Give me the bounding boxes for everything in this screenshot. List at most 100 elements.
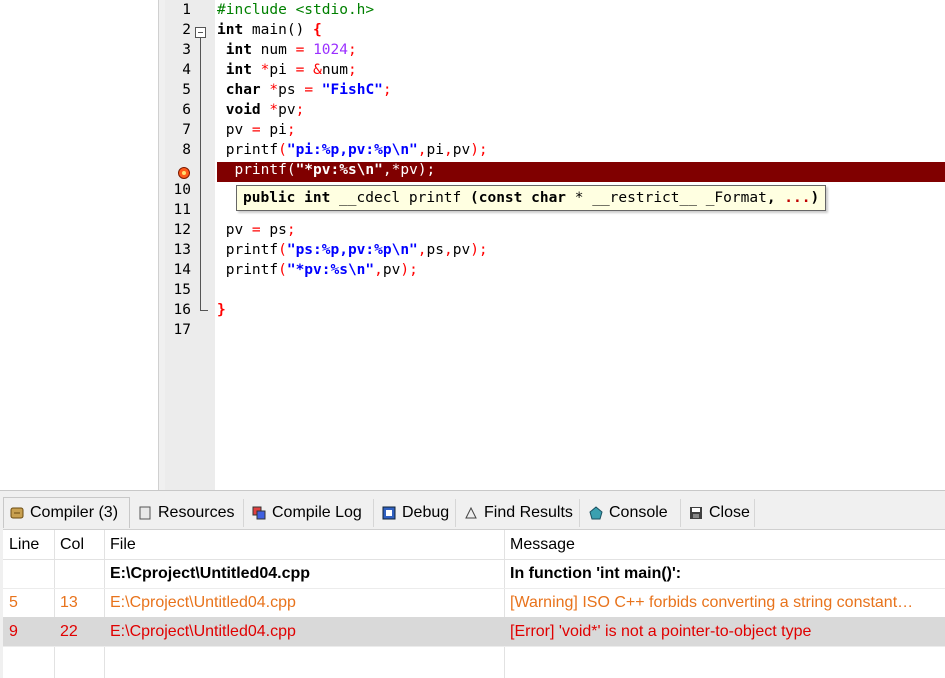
code-token: main() (243, 22, 314, 38)
code-line[interactable]: 17 (0, 320, 945, 340)
code-line[interactable]: 5 char *ps = "FishC"; (0, 80, 945, 100)
code-text: pv = ps; (217, 222, 296, 238)
code-token: pi (426, 142, 444, 158)
code-line[interactable]: 1 #include <stdio.h> (0, 0, 945, 20)
tab-label: Compiler (3) (30, 504, 119, 521)
code-token: ( (286, 162, 296, 178)
code-token: , (417, 142, 427, 158)
tab-label: Find Results (484, 504, 573, 521)
line-number: 4 (182, 62, 191, 78)
tab-label: Resources (158, 504, 235, 521)
cell-file: E:\Cproject\Untitled04.cpp (110, 623, 296, 640)
code-token: * (269, 102, 279, 118)
code-line[interactable]: 12 pv = ps; (0, 220, 945, 240)
code-token: printf (217, 242, 279, 258)
compile-log-icon (252, 506, 266, 520)
code-token: pi (269, 62, 296, 78)
tab-find-results[interactable]: Find Results (458, 499, 580, 527)
code-token: ; (347, 42, 357, 58)
code-token: ; (286, 222, 296, 238)
code-line[interactable]: printf("*pv:%s\n",*pv); (0, 160, 945, 180)
tab-console[interactable]: Console (583, 499, 681, 527)
code-line[interactable]: 14 printf("*pv:%s\n",pv); (0, 260, 945, 280)
compiler-messages-table[interactable]: Line Col File Message E:\Cproject\Untitled04… (3, 529, 945, 678)
code-text: } (217, 302, 226, 318)
tab-debug[interactable]: Debug (376, 499, 456, 527)
code-token: num (251, 42, 296, 58)
code-token: ps (278, 82, 305, 98)
column-header-message[interactable]: Message (504, 530, 945, 559)
column-header-col[interactable]: Col (54, 530, 104, 559)
code-text: int *pi = &num; (217, 62, 357, 78)
code-line[interactable]: 2 int main() { (0, 20, 945, 40)
code-token: num (321, 62, 349, 78)
code-token: "ps:%p,pv:%p\n" (286, 242, 418, 258)
code-token: ); (470, 242, 488, 258)
column-header-file[interactable]: File (104, 530, 504, 559)
code-token: , (382, 162, 392, 178)
tooltip-token: ) (810, 190, 820, 206)
code-line[interactable]: 4 int *pi = &num; (0, 60, 945, 80)
code-line[interactable]: 8 printf("pi:%p,pv:%p\n",pi,pv); (0, 140, 945, 160)
code-token: "pi:%p,pv:%p\n" (286, 142, 418, 158)
line-number: 1 (182, 2, 191, 18)
tab-label: Compile Log (272, 504, 362, 521)
code-text: printf("ps:%p,pv:%p\n",ps,pv); (217, 242, 488, 258)
find-results-icon (464, 506, 478, 520)
tooltip-token: __cdecl printf (330, 190, 470, 206)
column-header-line[interactable]: Line (3, 530, 54, 559)
table-row-empty (3, 646, 945, 675)
code-line[interactable]: 13 printf("ps:%p,pv:%p\n",ps,pv); (0, 240, 945, 260)
tab-close[interactable]: Close (683, 499, 755, 527)
code-token: char (225, 82, 261, 98)
tab-compiler[interactable]: Compiler (3) (3, 497, 130, 528)
bottom-panel: Compiler (3) Resources Compile Log Debug Fin… (0, 490, 945, 678)
code-token: ; (286, 122, 296, 138)
code-token: ( (278, 242, 287, 258)
tab-label: Debug (402, 504, 450, 521)
tooltip-token: * __restrict__ _Format (566, 190, 767, 206)
code-text: printf("*pv:%s\n",*pv); (217, 162, 435, 178)
cell-message: [Warning] ISO C++ forbids converting a s… (510, 594, 914, 611)
code-token: ); (400, 262, 418, 278)
code-token: ps (260, 222, 287, 238)
tooltip-token: ... (784, 190, 811, 206)
cell-col (54, 559, 104, 588)
table-row[interactable]: 5 13 E:\Cproject\Untitled04.cpp [Warning] I… (3, 588, 945, 618)
code-text: int main() { (217, 22, 322, 38)
tab-resources[interactable]: Resources (132, 499, 244, 527)
cell-line: 5 (9, 594, 18, 611)
code-line[interactable]: 6 void *pv; (0, 100, 945, 120)
table-row[interactable]: 9 22 E:\Cproject\Untitled04.cpp [Error] 'vo… (3, 617, 945, 647)
compiler-icon (10, 506, 24, 520)
code-token: = (251, 122, 261, 138)
code-token: ( (278, 262, 287, 278)
code-token: pv (452, 142, 471, 158)
tab-compile-log[interactable]: Compile Log (246, 499, 374, 527)
table-row[interactable]: E:\Cproject\Untitled04.cpp In function 'i… (3, 559, 945, 589)
code-token: pv (452, 242, 471, 258)
line-number: 3 (182, 42, 191, 58)
code-line[interactable]: 16} (0, 300, 945, 320)
code-token: #include <stdio.h> (217, 2, 375, 18)
code-line[interactable]: 3 int num = 1024; (0, 40, 945, 60)
code-line[interactable]: 7 pv = pi; (0, 120, 945, 140)
cell-line (3, 559, 54, 588)
line-number: 15 (173, 282, 191, 298)
table-header-row: Line Col File Message (3, 530, 945, 560)
tab-label: Close (709, 504, 750, 521)
code-line[interactable]: 15 (0, 280, 945, 300)
code-token: pv (217, 222, 252, 238)
code-token: pv (217, 122, 252, 138)
tooltip-token: , (766, 190, 785, 206)
code-text: char *ps = "FishC"; (217, 82, 392, 98)
code-token: ; (382, 82, 392, 98)
code-token: pv (278, 102, 296, 118)
cell-file: E:\Cproject\Untitled04.cpp (110, 594, 296, 611)
code-token: ; (348, 62, 357, 78)
console-icon (589, 506, 603, 520)
